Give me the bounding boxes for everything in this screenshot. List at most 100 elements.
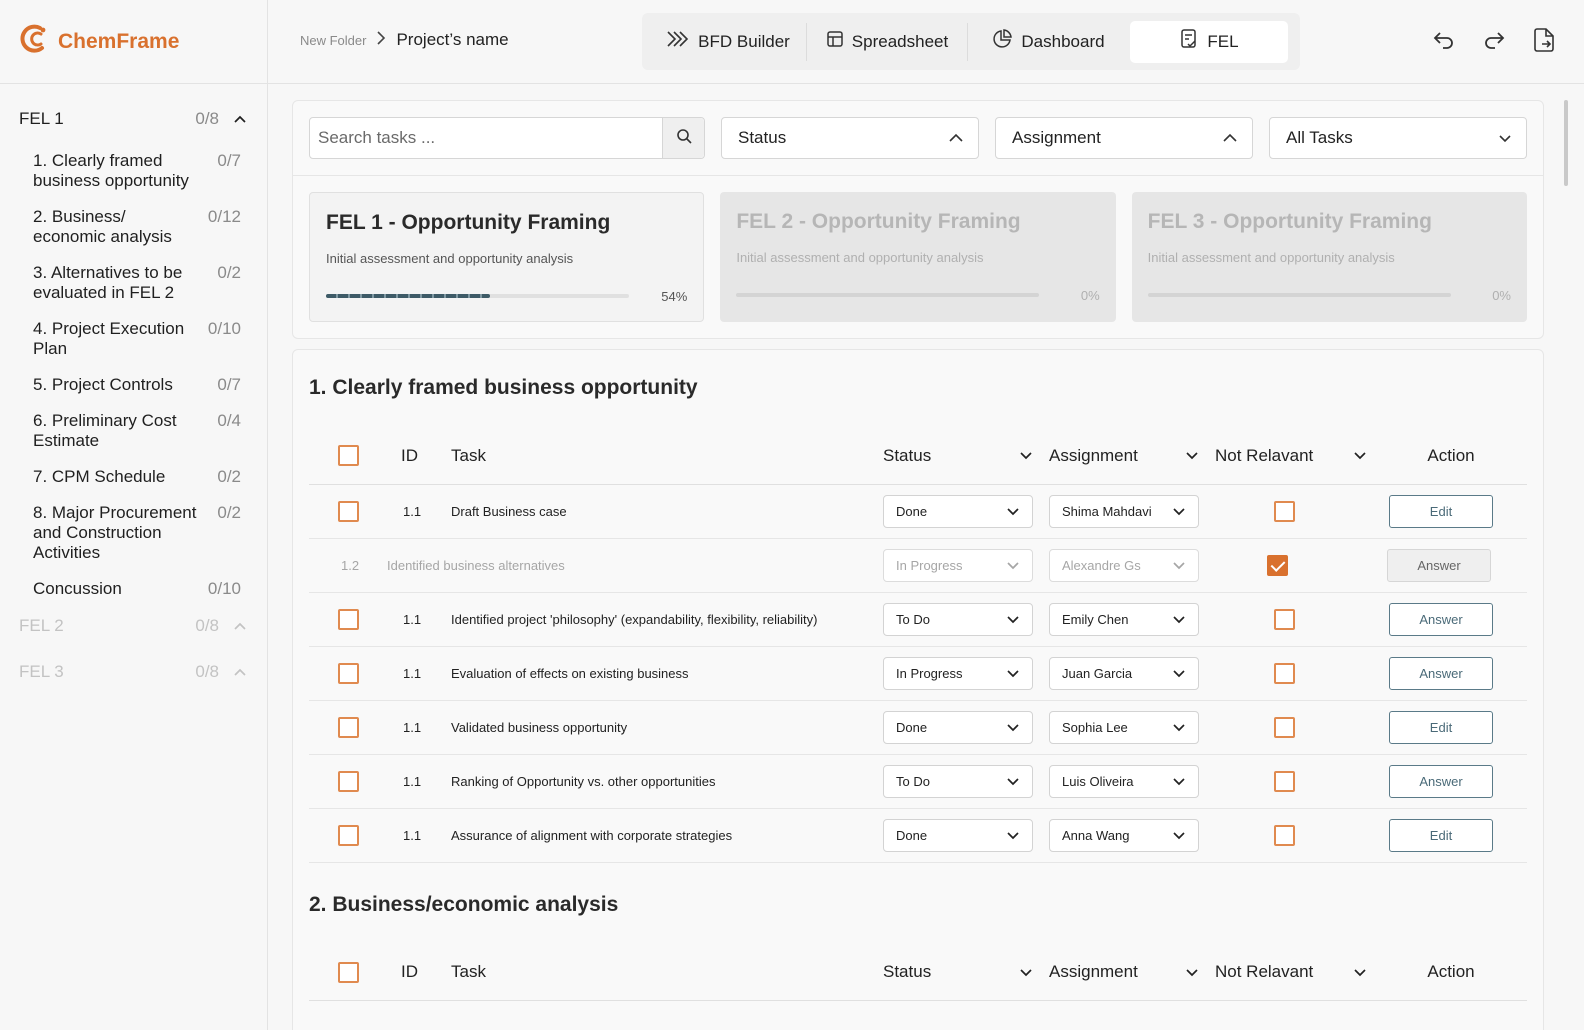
chevron-down-icon [1172,507,1186,516]
row-checkbox[interactable] [338,770,359,792]
action-column-header: Action [1375,944,1527,1001]
fel-stage-card[interactable]: FEL 1 - Opportunity Framing Initial asse… [309,192,705,322]
fel-stage-card[interactable]: FEL 3 - Opportunity Framing Initial asse… [1131,192,1527,322]
select-all-checkbox[interactable] [338,961,359,983]
sidebar-item-count: 0/2 [217,467,241,486]
chevron-down-icon [1006,507,1020,516]
sidebar-group-fel-2[interactable]: FEL 2 0/8 [0,615,267,637]
tab-bfd-builder[interactable]: BFD Builder [650,21,806,63]
tab-fel[interactable]: FEL [1130,20,1288,63]
search-button[interactable] [662,118,704,158]
redo-button[interactable] [1482,28,1506,56]
assignment-column-header[interactable]: Assignment [1049,944,1215,1001]
select-all-checkbox[interactable] [338,445,359,467]
sidebar-item[interactable]: 1. Clearly framed business opportunity 0/… [0,151,267,191]
chevron-up-icon [233,668,247,677]
chevron-down-icon [1006,669,1020,678]
progress-percent: 54% [661,289,688,304]
sidebar-group-count: 0/8 [195,616,219,635]
breadcrumb-project[interactable]: Project’s name [396,30,508,50]
assignment-filter[interactable]: Assignment [995,117,1253,159]
page-scrollbar[interactable] [1564,100,1568,186]
sidebar-group-fel-3[interactable]: FEL 3 0/8 [0,661,267,683]
sidebar-item[interactable]: 4. Project Execution Plan 0/10 [0,319,267,359]
card-subtitle: Initial assessment and opportunity analy… [736,250,984,265]
row-checkbox[interactable] [338,716,359,738]
row-checkbox[interactable] [338,662,359,684]
not-relevant-checkbox[interactable] [1267,554,1288,576]
assignee-dropdown[interactable]: Shima Mahdavi [1049,494,1199,528]
tab-dashboard[interactable]: Dashboard [968,21,1128,63]
not-relevant-checkbox[interactable] [1274,716,1295,738]
row-action-button[interactable]: Answer [1389,764,1493,798]
row-checkbox[interactable] [338,608,359,630]
logo[interactable]: ChemFrame [0,0,267,84]
chevron-down-icon [1185,451,1199,460]
not-relevant-checkbox[interactable] [1274,662,1295,684]
assignment-filter-label: Assignment [1012,128,1101,147]
sidebar-item-count: 0/4 [217,411,241,430]
row-action-button[interactable]: Answer [1389,656,1493,690]
status-column-header[interactable]: Status [883,944,1049,1001]
assignee-value: Anna Wang [1062,827,1130,843]
status-dropdown[interactable]: In Progress [883,656,1033,690]
sidebar-item[interactable]: 6. Preliminary Cost Estimate 0/4 [0,411,267,451]
status-dropdown[interactable]: Done [883,818,1033,852]
row-action-button[interactable]: Answer [1389,602,1493,636]
not-relevant-checkbox[interactable] [1274,770,1295,792]
row-checkbox[interactable] [338,500,359,522]
assignment-column-header[interactable]: Assignment [1049,428,1215,485]
assignee-dropdown[interactable]: Sophia Lee [1049,710,1199,744]
bfd-icon [666,30,690,53]
assignee-dropdown[interactable]: Anna Wang [1049,818,1199,852]
task-sections-panel: 1. Clearly framed business opportunity ID… [292,349,1544,1030]
assignee-dropdown[interactable]: Alexandre Gs [1049,548,1199,582]
sidebar-item[interactable]: 3. Alternatives to be evaluated in FEL 2… [0,263,267,303]
status-column-header[interactable]: Status [883,428,1049,485]
breadcrumb-folder[interactable]: New Folder [300,33,366,48]
not-relevant-checkbox[interactable] [1274,608,1295,630]
search-input[interactable] [310,118,662,158]
select-all-cell [309,428,387,485]
task-scope-filter[interactable]: All Tasks [1269,117,1527,159]
row-action-button[interactable]: Edit [1389,494,1493,528]
sidebar-group-fel-1[interactable]: FEL 1 0/8 [0,108,267,130]
sidebar-item-count: 0/12 [207,207,241,226]
row-select-cell [309,754,387,809]
tab-spreadsheet[interactable]: Spreadsheet [807,21,967,63]
row-task-cell: Validated business opportunity [451,700,883,755]
not-relevant-column-header[interactable]: Not Relavant [1215,428,1375,485]
assignee-dropdown[interactable]: Luis Oliveira [1049,764,1199,798]
row-action-button[interactable]: Edit [1389,710,1493,744]
status-dropdown[interactable]: Done [883,710,1033,744]
export-file-icon [1533,27,1555,58]
sidebar-item[interactable]: 8. Major Procurement and Construction Ac… [0,503,267,563]
status-dropdown[interactable]: To Do [883,602,1033,636]
sidebar-item[interactable]: Concussion 0/10 [0,579,267,599]
sidebar-item[interactable]: 2. Business/ economic analysis 0/12 [0,207,267,247]
not-relevant-checkbox[interactable] [1274,824,1295,846]
row-action-button[interactable]: Answer [1387,548,1491,582]
chevron-up-icon [233,115,247,124]
task-sections: 1. Clearly framed business opportunity ID… [293,360,1543,1001]
row-task-cell: Ranking of Opportunity vs. other opportu… [451,754,883,809]
status-dropdown[interactable]: In Progress [883,548,1033,582]
undo-button[interactable] [1432,28,1456,56]
not-relevant-checkbox[interactable] [1274,500,1295,522]
assignee-dropdown[interactable]: Emily Chen [1049,602,1199,636]
sidebar-item[interactable]: 5. Project Controls 0/7 [0,375,267,395]
status-dropdown[interactable]: Done [883,494,1033,528]
fel-stage-card[interactable]: FEL 2 - Opportunity Framing Initial asse… [720,192,1116,322]
task-table: ID Task Status Assignment Not Relavant Action [309,944,1527,1001]
redo-icon [1483,30,1505,55]
assignee-dropdown[interactable]: Juan Garcia [1049,656,1199,690]
export-button[interactable] [1532,27,1556,58]
row-action-button[interactable]: Edit [1389,818,1493,852]
status-dropdown[interactable]: To Do [883,764,1033,798]
not-relevant-column-header[interactable]: Not Relavant [1215,944,1375,1001]
app-root: ChemFrame FEL 1 0/8 1. Clearly framed busi… [0,0,1584,1030]
chevron-down-icon [1172,723,1186,732]
status-filter[interactable]: Status [721,117,979,159]
row-checkbox[interactable] [338,824,359,846]
sidebar-item[interactable]: 7. CPM Schedule 0/2 [0,467,267,487]
